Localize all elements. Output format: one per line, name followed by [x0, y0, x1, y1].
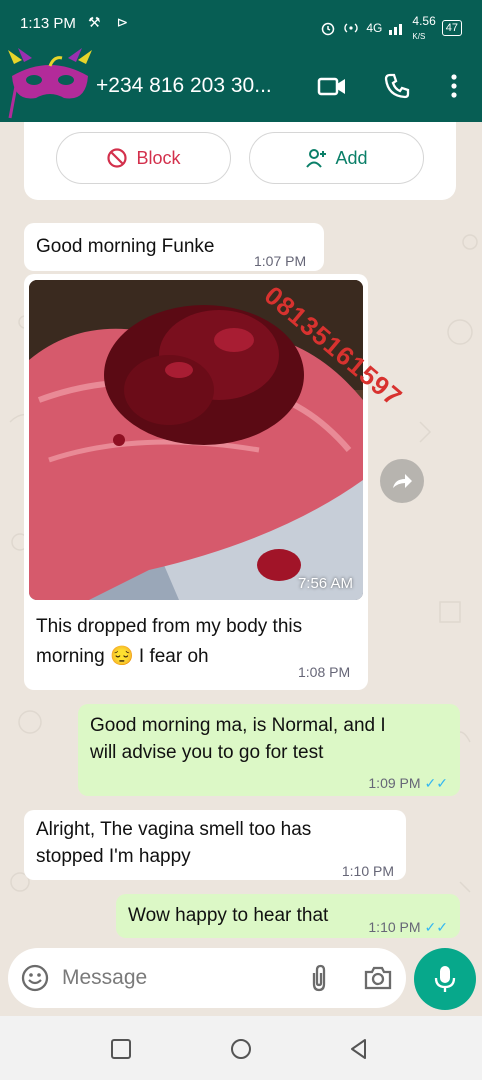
system-nav-bar — [0, 1016, 482, 1080]
block-icon — [107, 148, 128, 168]
forward-icon — [393, 474, 412, 488]
caption-line-2: morning 😔 I fear oh — [36, 646, 209, 667]
message-text: Good morning ma, is Normal, and I will a… — [90, 715, 386, 763]
alarm-icon — [322, 22, 335, 36]
video-call-icon[interactable] — [316, 70, 348, 102]
status-indicators: 4G 4.56 K/S 47 — [320, 14, 462, 42]
chat-header: +234 816 203 30... — [0, 48, 482, 122]
message-time: 1:08 PM — [298, 664, 351, 680]
add-label: Add — [335, 147, 368, 168]
back-icon[interactable] — [346, 1036, 372, 1062]
voice-message-button[interactable] — [414, 948, 476, 1010]
incoming-message[interactable]: Good morning Funke 1:07 PM — [24, 223, 324, 271]
recent-apps-icon[interactable] — [108, 1036, 134, 1062]
caption-line-1: This dropped from my body this — [36, 616, 303, 637]
network-speed: 4.56 K/S — [412, 14, 436, 41]
mask-avatar[interactable] — [4, 46, 96, 128]
photo-time: 7:56 AM — [297, 575, 353, 592]
message-time: 1:10 PM — [341, 863, 394, 879]
attach-icon[interactable] — [306, 963, 332, 993]
pensive-emoji: 😔 — [109, 646, 134, 667]
outgoing-message[interactable]: Good morning ma, is Normal, and I will a… — [78, 704, 460, 796]
photo-caption: This dropped from my body this morning 😔… — [36, 612, 302, 672]
mic-icon — [434, 966, 456, 992]
add-contact-button[interactable]: Add — [249, 132, 424, 184]
message-input[interactable] — [62, 964, 292, 992]
message-text: Wow happy to hear that — [128, 905, 329, 926]
block-label: Block — [136, 147, 181, 168]
forward-button[interactable] — [380, 459, 424, 503]
block-button[interactable]: Block — [56, 132, 231, 184]
read-ticks-icon: ✓✓ — [424, 919, 448, 935]
add-person-icon — [306, 149, 327, 168]
message-time: 1:09 PM ✓✓ — [368, 775, 448, 791]
home-icon[interactable] — [228, 1036, 254, 1062]
emoji-icon[interactable] — [20, 963, 50, 993]
notification-icons: ⚒ ⊳ — [88, 14, 135, 30]
message-text: Alright, The vagina smell too has stoppe… — [36, 819, 312, 867]
status-time: 1:13 PM — [20, 15, 76, 32]
read-ticks-icon: ✓✓ — [424, 775, 448, 791]
signal-icon — [389, 24, 403, 35]
hotspot-icon — [344, 23, 358, 33]
message-text: Good morning Funke — [36, 236, 215, 257]
composer-bar — [0, 944, 482, 1016]
contact-name[interactable]: +234 816 203 30... — [96, 74, 272, 98]
phone-icon[interactable] — [381, 70, 413, 102]
message-box — [8, 948, 406, 1008]
network-type: 4G — [366, 21, 383, 35]
chat-area[interactable]: Block Add Good morning Funke 1:07 PM 7:5… — [0, 122, 482, 944]
status-bar: 1:13 PM ⚒ ⊳ 4G 4.56 K/S 47 — [0, 0, 482, 50]
incoming-message[interactable]: Alright, The vagina smell too has stoppe… — [24, 810, 406, 880]
more-vert-icon[interactable] — [438, 70, 470, 102]
camera-icon[interactable] — [363, 964, 393, 992]
outgoing-message[interactable]: Wow happy to hear that 1:10 PM ✓✓ — [116, 894, 460, 938]
message-time: 1:10 PM ✓✓ — [368, 919, 448, 935]
contact-actions-card: Block Add — [24, 122, 456, 200]
battery-icon: 47 — [441, 20, 462, 36]
message-time: 1:07 PM — [254, 253, 307, 269]
